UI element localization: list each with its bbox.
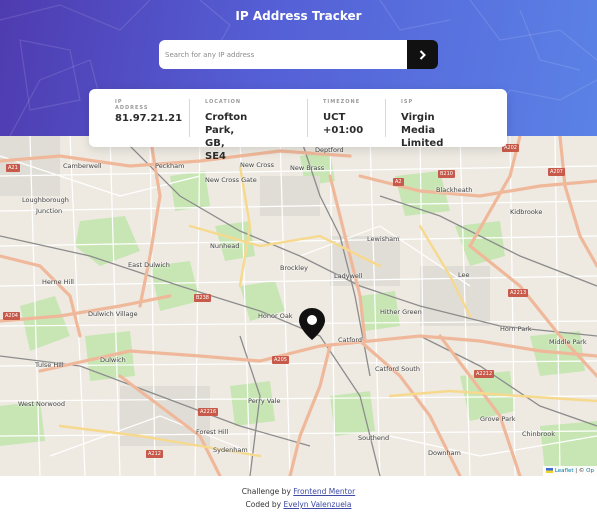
map-label-deptford: Deptford [315,146,344,154]
divider [189,99,190,137]
road-shield-a2212: A2212 [474,370,495,378]
map-label-blackheath: Blackheath [436,186,473,194]
road-shield-a2216: A2216 [198,408,219,416]
road-shield-b210: B210 [438,170,455,178]
divider [307,99,308,137]
search-bar [159,40,438,69]
challenge-line: Challenge by Frontend Mentor [0,485,597,498]
frontend-mentor-link[interactable]: Frontend Mentor [293,487,355,496]
map-label-peckham: Peckham [155,162,185,170]
map-label-nunhead: Nunhead [210,242,240,250]
location-value: Crofton Park, GB, SE4 [205,111,247,163]
map-view[interactable]: Camberwell Peckham New Cross New Cross G… [0,136,597,476]
isp-line-1: Virgin Media [401,112,436,136]
map-attribution: Leaflet | © Op [543,466,597,476]
map-label-camberwell: Camberwell [63,162,102,170]
road-shield-a207: A207 [548,168,565,176]
map-label-loughborough: Loughborough [22,196,69,204]
location-line-1: Crofton Park, [205,112,248,136]
map-label-perry-vale: Perry Vale [248,397,281,405]
timezone-value: UCT +01:00 [323,111,363,137]
road-shield-b238: B238 [194,294,211,302]
challenge-prefix: Challenge by [241,487,294,496]
map-tiles [0,136,597,476]
map-label-catford: Catford [338,336,363,344]
map-label-southend: Southend [358,434,390,442]
road-shield-a212: A212 [146,450,163,458]
map-label-sydenham: Sydenham [213,446,248,454]
road-shield-a204: A204 [3,312,20,320]
map-label-downham: Downham [428,449,461,457]
map-label-herne-hill: Herne Hill [42,278,74,286]
isp-label: ISP [401,99,414,105]
road-shield-a205: A205 [272,356,289,364]
map-label-dulwich-village: Dulwich Village [88,310,138,318]
isp-line-2: Limited [401,138,444,149]
location-label: LOCATION [205,99,242,105]
page-title: IP Address Tracker [235,9,362,23]
author-link[interactable]: Evelyn Valenzuela [283,500,351,509]
map-label-horn-park: Horn Park [500,325,532,333]
isp-value: Virgin Media Limited [401,111,443,150]
map-label-catford-south: Catford South [375,365,420,373]
map-label-hither-green: Hither Green [380,308,422,316]
road-shield-a2213: A2213 [508,289,529,297]
leaflet-link[interactable]: Leaflet [555,468,574,474]
map-label-tulse-hill: Tulse Hill [35,361,64,369]
map-label-honor-oak: Honor Oak [258,312,293,320]
map-label-dulwich: Dulwich [100,356,126,364]
coded-line: Coded by Evelyn Valenzuela [0,498,597,511]
map-label-lewisham: Lewisham [367,235,400,243]
map-label-west-norwood: West Norwood [18,400,65,408]
ip-info-card: IP ADDRESS 81.97.21.21 LOCATION Crofton … [89,89,507,162]
map-label-kidbrooke: Kidbrooke [510,208,543,216]
location-pin-icon[interactable] [298,307,326,341]
map-label-brockley: Brockley [280,264,308,272]
ip-address-value: 81.97.21.21 [115,113,183,124]
map-label-junction: Junction [36,207,63,215]
map-label-ladywell: Ladywell [334,272,363,280]
chevron-right-icon [419,49,426,60]
search-input[interactable] [159,40,407,69]
map-label-new-cross-gate: New Cross Gate [205,176,257,184]
timezone-line-1: UCT [323,112,346,123]
timezone-label: TIMEZONE [323,99,361,105]
search-button[interactable] [407,40,438,69]
osm-link[interactable]: Op [586,468,594,474]
attribution-separator: | © [573,468,587,474]
coded-prefix: Coded by [245,500,284,509]
map-label-grove-park: Grove Park [480,415,516,423]
location-line-2: GB, SE4 [205,138,226,162]
map-label-middle-park: Middle Park [549,338,587,346]
flag-icon [546,468,554,473]
map-label-east-dulwich: East Dulwich [128,261,170,269]
map-label-new-brass: New Brass [290,164,325,172]
ip-address-label: IP ADDRESS [115,99,149,111]
footer: Challenge by Frontend Mentor Coded by Ev… [0,485,597,511]
map-label-forest-hill: Forest Hill [196,428,229,436]
map-label-lee: Lee [458,271,470,279]
map-label-chinbrook: Chinbrook [522,430,555,438]
road-shield-a2: A2 [393,178,404,186]
timezone-line-2: +01:00 [323,125,364,136]
divider [385,99,386,137]
road-shield-a21: A21 [6,164,20,172]
